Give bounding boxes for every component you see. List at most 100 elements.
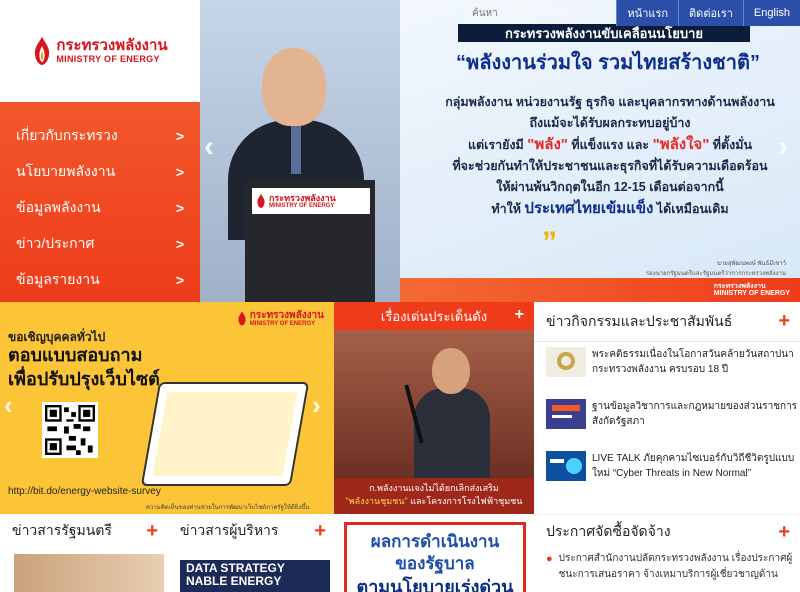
laptop-screen	[152, 392, 298, 476]
laptop-illustration	[140, 382, 310, 486]
hero-title: กระทรวงพลังงานขับเคลื่อนนโยบาย	[458, 24, 750, 42]
hero-banner[interactable]: กระทรวงพลังงาน MINISTRY OF ENERGY กระทรว…	[200, 0, 800, 302]
cabinet-news-panel: ข่าวสารรัฐมนตรี +	[0, 514, 168, 592]
home-link[interactable]: หน้าแรก	[616, 0, 679, 26]
logo-name-en: MINISTRY OF ENERGY	[56, 54, 160, 64]
list-item[interactable]: พระคติธรรมเนื่องในโอกาสวันคล้ายวันสถาปนา…	[534, 342, 800, 394]
signer-name: นายสุพัฒนพงษ์ พันธ์มีเชาว์	[716, 261, 786, 267]
plus-icon[interactable]: +	[515, 306, 524, 324]
activities-header: ข่าวกิจกรรมและประชาสัมพันธ์ +	[534, 302, 800, 342]
procurement-panel: ประกาศจัดซื้อจัดจ้าง + ● ประกาศสำนักงานป…	[534, 514, 800, 592]
thumbnail-emblem	[546, 347, 586, 377]
highlight-panel[interactable]: เรื่องเด่นประเด็นดัง + ก.พลังงานแจงไม่ได…	[334, 302, 534, 514]
hero-line: ทำให้ ประเทศไทยเข้มแข็ง ได้เหมือนเดิม	[430, 198, 790, 220]
bullet-icon: ●	[546, 553, 553, 565]
survey-heading-1: ตอบแบบสอบถาม	[8, 345, 143, 365]
hero-text: แต่เรายังมี	[467, 138, 528, 152]
strip-logo-th: กระทรวงพลังงาน	[713, 283, 766, 290]
contact-link[interactable]: ติดต่อเรา	[678, 0, 743, 26]
hero-line: กลุ่มพลังงาน หน่วยงานรัฐ ธุรกิจ และบุคลา…	[445, 95, 775, 109]
nav-item-about[interactable]: เกี่ยวกับกระทรวง >	[0, 118, 200, 154]
qr-code-icon[interactable]	[42, 402, 98, 458]
executive-news-panel: ข่าวสารผู้บริหาร + DATA STRATEGY NABLE E…	[168, 514, 336, 592]
list-item[interactable]: ● ประกาศสำนักงานปลัดกระทรวงพลังงาน เรื่อ…	[546, 551, 794, 583]
survey-footer: ความคิดเห็นของท่านช่วยในการพัฒนาเว็บไซต์…	[146, 505, 310, 511]
nav-item-news[interactable]: ข่าว/ประกาศ >	[0, 226, 200, 262]
top-links: หน้าแรก ติดต่อเรา English	[616, 0, 800, 26]
hero-next-arrow-icon[interactable]: ›	[778, 130, 788, 164]
survey-logo-th: กระทรวงพลังงาน	[249, 310, 324, 321]
survey-banner[interactable]: กระทรวงพลังงาน MINISTRY OF ENERGY ขอเชิญ…	[0, 302, 334, 514]
highlight-photo[interactable]	[334, 330, 534, 488]
caption-line: ก.พลังงานแจงไม่ได้ยกเลิกส่งเสริม	[369, 483, 499, 493]
speaker-head	[432, 348, 470, 394]
nav-item-label: นโยบายพลังงาน	[16, 163, 116, 179]
flame-logo-icon	[257, 194, 265, 208]
executive-news-header: ข่าวสารผู้บริหาร +	[168, 514, 336, 548]
plus-icon[interactable]: +	[146, 520, 158, 543]
plus-icon[interactable]: +	[778, 521, 790, 544]
chevron-right-icon: >	[175, 272, 184, 288]
caption-highlight: "พลังงานชุมชน"	[345, 496, 408, 506]
survey-next-arrow-icon[interactable]: ›	[312, 390, 321, 421]
list-item-text: LIVE TALK ภัยคุกคามไซเบอร์กับวิถีชีวิตรู…	[592, 453, 795, 479]
plus-icon[interactable]: +	[778, 310, 790, 333]
hero-line: ให้ผ่านพ้นวิกฤตในอีก 12-15 เดือนต่อจากนี…	[496, 180, 724, 194]
hero-line: แต่เรายังมี "พลัง" ที่แข็งแรง และ "พลังใ…	[430, 134, 790, 156]
cabinet-news-image[interactable]	[14, 554, 164, 592]
nav-item-label: ข้อมูลรายงาน	[16, 271, 100, 287]
logo-name-th: กระทรวงพลังงาน	[56, 37, 168, 54]
hero-highlight: "พลัง"	[527, 136, 568, 153]
site-logo[interactable]: กระทรวงพลังงาน MINISTRY OF ENERGY	[0, 0, 200, 102]
thumbnail-document	[546, 399, 586, 429]
nav-item-reports[interactable]: ข้อมูลรายงาน >	[0, 262, 200, 298]
english-link[interactable]: English	[742, 0, 800, 26]
hero-highlight: "พลังใจ"	[652, 136, 710, 153]
nav-item-policy[interactable]: นโยบายพลังงาน >	[0, 154, 200, 190]
chevron-right-icon: >	[175, 128, 184, 144]
highlight-title: เรื่องเด่นประเด็นดัง	[380, 308, 488, 324]
list-item-text: ฐานข้อมูลวิชาการและกฎหมายของส่วนราชการ ส…	[592, 401, 798, 427]
survey-logo-en: MINISTRY OF ENERGY	[249, 321, 316, 327]
nav-item-label: ข่าว/ประกาศ	[16, 235, 95, 251]
cabinet-news-header: ข่าวสารรัฐมนตรี +	[0, 514, 168, 548]
strip-logo: กระทรวงพลังงาน MINISTRY OF ENERGY	[714, 283, 790, 297]
hero-text: ที่ตั้งมั่น	[709, 138, 753, 152]
caption-line: "พลังงานชุมชน" และโครงการโรงไฟฟ้าชุมชน	[334, 495, 534, 508]
search-input[interactable]	[466, 3, 594, 23]
strip-logo-en: MINISTRY OF ENERGY	[713, 290, 790, 297]
govwork-line-3: ตามนโยบายเร่งด่วน	[356, 577, 514, 592]
survey-prev-arrow-icon[interactable]: ‹	[4, 390, 13, 421]
list-item[interactable]: ฐานข้อมูลวิชาการและกฎหมายของส่วนราชการ ส…	[534, 394, 800, 446]
hero-signer: นายสุพัฒนพงษ์ พันธ์มีเชาว์ รองนายกรัฐมนต…	[600, 258, 800, 278]
hero-message: กลุ่มพลังงาน หน่วยงานรัฐ ธุรกิจ และบุคลา…	[430, 92, 790, 220]
list-item-text: พระคติธรรมเนื่องในโอกาสวันคล้ายวันสถาปนา…	[592, 349, 794, 375]
signer-title: รองนายกรัฐมนตรีและรัฐมนตรีว่าการกระทรวงพ…	[645, 271, 786, 277]
minister-photo-head	[262, 48, 326, 126]
hero-prev-arrow-icon[interactable]: ‹	[204, 130, 214, 164]
procurement-title: ประกาศจัดซื้อจัดจ้าง	[546, 523, 671, 539]
thumbnail-livetalk	[546, 451, 586, 481]
activities-title: ข่าวกิจกรรมและประชาสัมพันธ์	[546, 312, 733, 329]
hero-text: ทำให้	[491, 202, 525, 216]
plus-icon[interactable]: +	[314, 520, 326, 543]
survey-logo: กระทรวงพลังงาน MINISTRY OF ENERGY	[237, 310, 324, 327]
cabinet-news-title: ข่าวสารรัฐมนตรี	[12, 522, 112, 538]
minister-photo-tie	[291, 124, 301, 174]
quote-mark-icon: ”	[542, 226, 557, 259]
chevron-right-icon: >	[175, 164, 184, 180]
hero-highlight: ประเทศไทยเข้มแข็ง	[524, 200, 654, 217]
list-item-text: ประกาศสำนักงานปลัดกระทรวงพลังงาน เรื่องป…	[558, 553, 793, 580]
hero-line: ที่จะช่วยกันทำให้ประชาชนและธุรกิจที่ได้ร…	[452, 159, 768, 173]
podium-logo-th: กระทรวงพลังงาน	[269, 193, 336, 203]
government-performance-banner[interactable]: ผลการดำเนินงาน ของรัฐบาล ตามนโยบายเร่งด่…	[336, 514, 534, 592]
executive-news-title: ข่าวสารผู้บริหาร	[180, 522, 279, 538]
nav-item-energy-data[interactable]: ข้อมูลพลังงาน >	[0, 190, 200, 226]
list-item[interactable]: LIVE TALK ภัยคุกคามไซเบอร์กับวิถีชีวิตรู…	[534, 446, 800, 498]
survey-url[interactable]: http://bit.do/energy-website-survey	[8, 486, 161, 497]
highlight-caption[interactable]: ก.พลังงานแจงไม่ได้ยกเลิกส่งเสริม "พลังงา…	[334, 478, 534, 514]
activities-panel: ข่าวกิจกรรมและประชาสัมพันธ์ + พระคติธรรม…	[534, 302, 800, 514]
procurement-header: ประกาศจัดซื้อจัดจ้าง +	[534, 515, 800, 549]
main-nav: เกี่ยวกับกระทรวง > นโยบายพลังงาน > ข้อมูลพ…	[0, 102, 200, 302]
executive-news-image[interactable]: DATA STRATEGY NABLE ENERGY	[180, 560, 330, 592]
